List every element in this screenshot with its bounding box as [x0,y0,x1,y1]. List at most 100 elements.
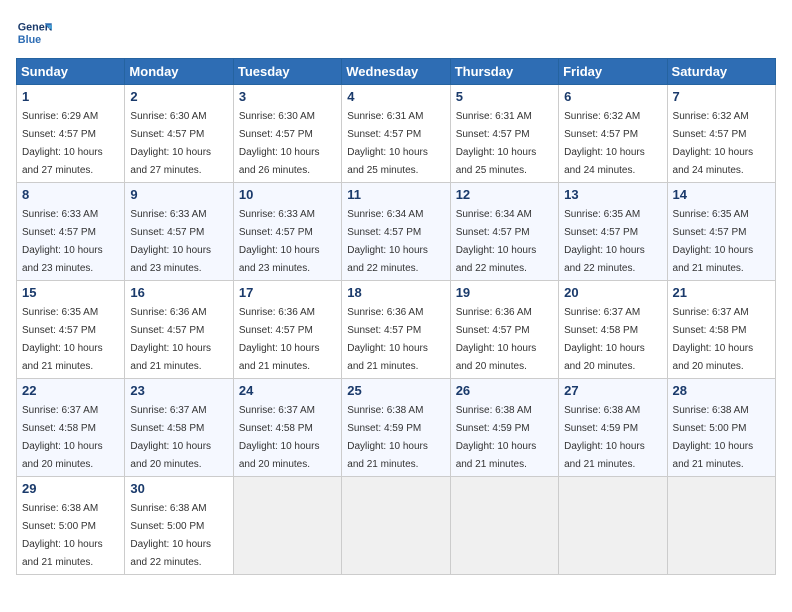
logo-icon: General Blue [16,16,52,52]
calendar-header-wednesday: Wednesday [342,59,450,85]
day-number: 21 [673,285,770,300]
calendar-header-friday: Friday [559,59,667,85]
day-detail: Sunrise: 6:37 AMSunset: 4:58 PMDaylight:… [22,405,103,470]
day-detail: Sunrise: 6:31 AMSunset: 4:57 PMDaylight:… [456,111,537,176]
calendar-cell: 26 Sunrise: 6:38 AMSunset: 4:59 PMDaylig… [450,379,558,477]
calendar-cell: 4 Sunrise: 6:31 AMSunset: 4:57 PMDayligh… [342,85,450,183]
calendar-cell: 13 Sunrise: 6:35 AMSunset: 4:57 PMDaylig… [559,183,667,281]
day-number: 9 [130,187,227,202]
day-detail: Sunrise: 6:33 AMSunset: 4:57 PMDaylight:… [239,209,320,274]
day-number: 23 [130,383,227,398]
day-detail: Sunrise: 6:38 AMSunset: 5:00 PMDaylight:… [22,503,103,568]
calendar-cell [667,477,775,575]
day-number: 25 [347,383,444,398]
calendar-cell: 29 Sunrise: 6:38 AMSunset: 5:00 PMDaylig… [17,477,125,575]
day-number: 3 [239,89,336,104]
calendar-body: 1 Sunrise: 6:29 AMSunset: 4:57 PMDayligh… [17,85,776,575]
day-number: 26 [456,383,553,398]
day-detail: Sunrise: 6:32 AMSunset: 4:57 PMDaylight:… [564,111,645,176]
day-detail: Sunrise: 6:38 AMSunset: 5:00 PMDaylight:… [673,405,754,470]
calendar-cell: 15 Sunrise: 6:35 AMSunset: 4:57 PMDaylig… [17,281,125,379]
calendar-header-tuesday: Tuesday [233,59,341,85]
calendar-week-1: 1 Sunrise: 6:29 AMSunset: 4:57 PMDayligh… [17,85,776,183]
day-detail: Sunrise: 6:30 AMSunset: 4:57 PMDaylight:… [130,111,211,176]
day-number: 24 [239,383,336,398]
day-detail: Sunrise: 6:36 AMSunset: 4:57 PMDaylight:… [347,307,428,372]
day-number: 1 [22,89,119,104]
day-number: 20 [564,285,661,300]
day-number: 13 [564,187,661,202]
day-detail: Sunrise: 6:33 AMSunset: 4:57 PMDaylight:… [22,209,103,274]
calendar-week-3: 15 Sunrise: 6:35 AMSunset: 4:57 PMDaylig… [17,281,776,379]
day-number: 17 [239,285,336,300]
calendar-cell: 2 Sunrise: 6:30 AMSunset: 4:57 PMDayligh… [125,85,233,183]
day-detail: Sunrise: 6:35 AMSunset: 4:57 PMDaylight:… [673,209,754,274]
day-detail: Sunrise: 6:38 AMSunset: 4:59 PMDaylight:… [347,405,428,470]
day-number: 10 [239,187,336,202]
calendar-cell: 10 Sunrise: 6:33 AMSunset: 4:57 PMDaylig… [233,183,341,281]
day-detail: Sunrise: 6:38 AMSunset: 4:59 PMDaylight:… [564,405,645,470]
calendar-cell: 1 Sunrise: 6:29 AMSunset: 4:57 PMDayligh… [17,85,125,183]
day-number: 6 [564,89,661,104]
day-number: 2 [130,89,227,104]
day-detail: Sunrise: 6:30 AMSunset: 4:57 PMDaylight:… [239,111,320,176]
calendar-header-row: SundayMondayTuesdayWednesdayThursdayFrid… [17,59,776,85]
calendar-cell: 12 Sunrise: 6:34 AMSunset: 4:57 PMDaylig… [450,183,558,281]
calendar-header-monday: Monday [125,59,233,85]
calendar: SundayMondayTuesdayWednesdayThursdayFrid… [16,58,776,575]
calendar-cell: 18 Sunrise: 6:36 AMSunset: 4:57 PMDaylig… [342,281,450,379]
day-detail: Sunrise: 6:34 AMSunset: 4:57 PMDaylight:… [347,209,428,274]
calendar-cell: 3 Sunrise: 6:30 AMSunset: 4:57 PMDayligh… [233,85,341,183]
calendar-header-sunday: Sunday [17,59,125,85]
svg-text:Blue: Blue [18,34,41,46]
day-detail: Sunrise: 6:37 AMSunset: 4:58 PMDaylight:… [673,307,754,372]
day-number: 19 [456,285,553,300]
calendar-week-4: 22 Sunrise: 6:37 AMSunset: 4:58 PMDaylig… [17,379,776,477]
day-number: 30 [130,481,227,496]
day-detail: Sunrise: 6:33 AMSunset: 4:57 PMDaylight:… [130,209,211,274]
calendar-header-thursday: Thursday [450,59,558,85]
day-number: 15 [22,285,119,300]
calendar-cell: 5 Sunrise: 6:31 AMSunset: 4:57 PMDayligh… [450,85,558,183]
day-detail: Sunrise: 6:38 AMSunset: 4:59 PMDaylight:… [456,405,537,470]
calendar-cell [559,477,667,575]
day-number: 29 [22,481,119,496]
calendar-cell: 20 Sunrise: 6:37 AMSunset: 4:58 PMDaylig… [559,281,667,379]
calendar-cell: 28 Sunrise: 6:38 AMSunset: 5:00 PMDaylig… [667,379,775,477]
calendar-cell: 24 Sunrise: 6:37 AMSunset: 4:58 PMDaylig… [233,379,341,477]
calendar-cell: 30 Sunrise: 6:38 AMSunset: 5:00 PMDaylig… [125,477,233,575]
day-number: 8 [22,187,119,202]
calendar-cell: 14 Sunrise: 6:35 AMSunset: 4:57 PMDaylig… [667,183,775,281]
day-detail: Sunrise: 6:37 AMSunset: 4:58 PMDaylight:… [239,405,320,470]
day-detail: Sunrise: 6:35 AMSunset: 4:57 PMDaylight:… [564,209,645,274]
calendar-cell: 17 Sunrise: 6:36 AMSunset: 4:57 PMDaylig… [233,281,341,379]
calendar-cell: 11 Sunrise: 6:34 AMSunset: 4:57 PMDaylig… [342,183,450,281]
calendar-cell: 7 Sunrise: 6:32 AMSunset: 4:57 PMDayligh… [667,85,775,183]
day-detail: Sunrise: 6:32 AMSunset: 4:57 PMDaylight:… [673,111,754,176]
day-detail: Sunrise: 6:31 AMSunset: 4:57 PMDaylight:… [347,111,428,176]
day-number: 27 [564,383,661,398]
day-detail: Sunrise: 6:36 AMSunset: 4:57 PMDaylight:… [130,307,211,372]
day-number: 5 [456,89,553,104]
calendar-header-saturday: Saturday [667,59,775,85]
day-number: 11 [347,187,444,202]
logo: General Blue [16,16,52,52]
calendar-cell [233,477,341,575]
day-number: 18 [347,285,444,300]
day-detail: Sunrise: 6:37 AMSunset: 4:58 PMDaylight:… [564,307,645,372]
day-detail: Sunrise: 6:34 AMSunset: 4:57 PMDaylight:… [456,209,537,274]
day-number: 16 [130,285,227,300]
calendar-week-5: 29 Sunrise: 6:38 AMSunset: 5:00 PMDaylig… [17,477,776,575]
calendar-cell: 9 Sunrise: 6:33 AMSunset: 4:57 PMDayligh… [125,183,233,281]
day-detail: Sunrise: 6:36 AMSunset: 4:57 PMDaylight:… [456,307,537,372]
calendar-cell: 6 Sunrise: 6:32 AMSunset: 4:57 PMDayligh… [559,85,667,183]
calendar-cell: 23 Sunrise: 6:37 AMSunset: 4:58 PMDaylig… [125,379,233,477]
day-detail: Sunrise: 6:29 AMSunset: 4:57 PMDaylight:… [22,111,103,176]
calendar-cell [342,477,450,575]
day-detail: Sunrise: 6:38 AMSunset: 5:00 PMDaylight:… [130,503,211,568]
calendar-cell: 16 Sunrise: 6:36 AMSunset: 4:57 PMDaylig… [125,281,233,379]
day-number: 7 [673,89,770,104]
calendar-week-2: 8 Sunrise: 6:33 AMSunset: 4:57 PMDayligh… [17,183,776,281]
calendar-cell: 22 Sunrise: 6:37 AMSunset: 4:58 PMDaylig… [17,379,125,477]
calendar-cell [450,477,558,575]
